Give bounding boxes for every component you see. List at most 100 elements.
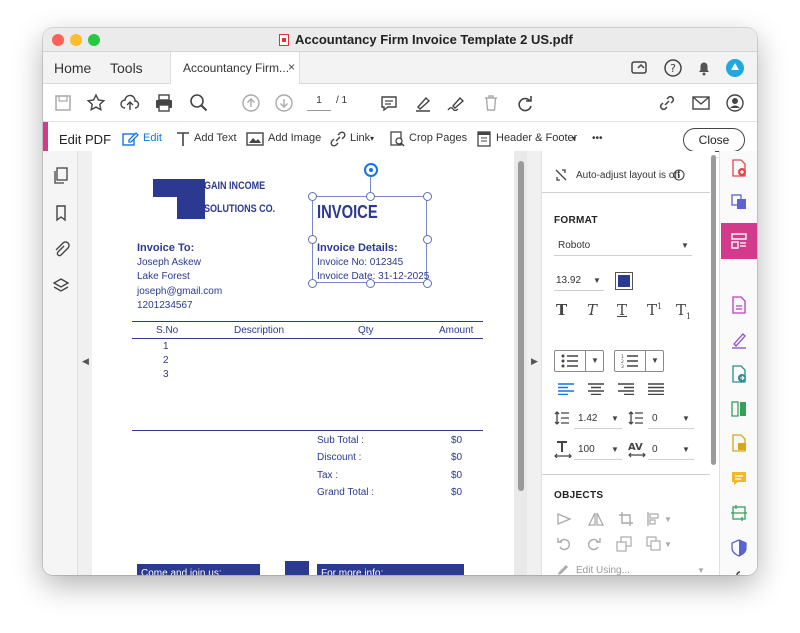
add-image-icon[interactable] xyxy=(246,130,264,148)
page-number-input[interactable]: 1 xyxy=(307,91,331,111)
panel-scrollbar[interactable] xyxy=(711,155,716,465)
font-size-caret-icon[interactable]: ▼ xyxy=(593,276,601,285)
align-objects-caret-icon[interactable]: ▼ xyxy=(664,515,672,524)
tab-tools[interactable]: Tools xyxy=(110,60,143,76)
minimize-window-button[interactable] xyxy=(70,34,82,46)
scan-ocr-icon[interactable] xyxy=(730,434,748,452)
tab-home[interactable]: Home xyxy=(54,60,91,76)
protect-shield-icon[interactable] xyxy=(730,539,748,557)
document-viewport[interactable]: GAIN INCOME SOLUTIONS CO. INVOICE Invoic… xyxy=(92,151,532,575)
paragraph-spacing-value[interactable]: 0 xyxy=(652,413,658,424)
send-for-signature-icon[interactable] xyxy=(730,365,748,383)
add-text-button[interactable]: Add Text xyxy=(194,132,237,144)
link-button[interactable]: Link xyxy=(350,132,370,144)
rotate-right-icon[interactable] xyxy=(586,536,602,552)
next-page-icon[interactable] xyxy=(273,92,295,114)
bookmark-star-icon[interactable] xyxy=(85,92,107,114)
left-panel-collapse-handle[interactable]: ◀ xyxy=(78,151,92,575)
email-icon[interactable] xyxy=(690,92,712,114)
tab-document[interactable]: Accountancy Firm... × xyxy=(170,52,300,84)
tab-close-icon[interactable]: × xyxy=(288,60,295,74)
horizontal-scale-value[interactable]: 100 xyxy=(578,444,595,455)
font-family-caret-icon[interactable]: ▼ xyxy=(681,241,689,250)
highlight-pen-icon[interactable] xyxy=(412,92,434,114)
resize-handle-top[interactable] xyxy=(366,192,375,201)
crop-image-icon[interactable] xyxy=(618,511,634,527)
edit-pdf-tool-active[interactable] xyxy=(721,223,757,259)
italic-text-icon[interactable]: T xyxy=(587,301,597,319)
export-pdf-icon[interactable] xyxy=(730,296,748,314)
sign-pen-icon[interactable] xyxy=(445,92,467,114)
save-icon[interactable] xyxy=(52,92,74,114)
invoice-title[interactable]: INVOICE xyxy=(317,202,378,223)
redo-rotate-icon[interactable] xyxy=(514,92,536,114)
resize-handle-bottom-left[interactable] xyxy=(308,279,317,288)
bell-icon[interactable] xyxy=(693,57,715,79)
delete-trash-icon[interactable] xyxy=(480,92,502,114)
upload-cloud-icon[interactable] xyxy=(119,92,141,114)
character-spacing-caret-icon[interactable]: ▼ xyxy=(682,445,690,454)
align-justify-icon[interactable] xyxy=(648,383,664,395)
align-left-icon[interactable] xyxy=(558,383,574,395)
fill-sign-icon[interactable] xyxy=(730,331,748,349)
align-right-icon[interactable] xyxy=(618,383,634,395)
add-user-icon[interactable] xyxy=(724,92,746,114)
create-pdf-icon[interactable] xyxy=(730,159,748,177)
print-icon[interactable] xyxy=(153,92,175,114)
layers-icon[interactable] xyxy=(52,277,70,295)
resize-handle-top-left[interactable] xyxy=(308,192,317,201)
organize-pages-icon[interactable] xyxy=(730,400,748,418)
link-caret-icon[interactable]: ▾ xyxy=(370,134,374,143)
rotate-handle-icon[interactable] xyxy=(364,163,378,177)
header-footer-caret-icon[interactable]: ▾ xyxy=(572,134,576,143)
document-scrollbar[interactable] xyxy=(518,161,524,491)
flip-vertical-icon[interactable] xyxy=(588,511,604,527)
bookmarks-icon[interactable] xyxy=(52,204,70,222)
underline-text-icon[interactable]: T xyxy=(617,301,627,319)
edit-icon[interactable] xyxy=(121,130,139,148)
customize-tools-icon[interactable] xyxy=(730,567,748,575)
font-family-select[interactable]: Roboto xyxy=(558,240,590,251)
info-icon[interactable] xyxy=(673,169,685,181)
font-size-select[interactable]: 13.92 xyxy=(556,275,581,286)
zoom-search-icon[interactable] xyxy=(188,92,210,114)
compress-pdf-icon[interactable] xyxy=(730,504,748,522)
replace-image-icon[interactable] xyxy=(616,536,632,552)
edit-using-caret-icon[interactable]: ▼ xyxy=(697,566,705,575)
bullet-list-caret-icon[interactable]: ▼ xyxy=(591,356,599,365)
header-footer-icon[interactable] xyxy=(475,130,493,148)
edit-button[interactable]: Edit xyxy=(143,132,162,144)
numbered-list-button[interactable]: 123 ▼ xyxy=(614,350,664,372)
align-center-icon[interactable] xyxy=(588,383,604,395)
horizontal-scale-caret-icon[interactable]: ▼ xyxy=(611,445,619,454)
edit-using-select[interactable]: Edit Using... xyxy=(576,565,630,575)
combine-files-icon[interactable] xyxy=(730,193,748,211)
crop-pages-icon[interactable] xyxy=(388,130,406,148)
align-objects-icon[interactable] xyxy=(646,511,662,527)
share-screen-icon[interactable] xyxy=(629,57,651,79)
share-link-icon[interactable] xyxy=(656,92,678,114)
resize-handle-right[interactable] xyxy=(423,235,432,244)
subscript-icon[interactable]: T1 xyxy=(676,301,691,321)
resize-handle-top-right[interactable] xyxy=(423,192,432,201)
help-icon[interactable]: ? xyxy=(662,57,684,79)
flip-horizontal-icon[interactable] xyxy=(556,511,572,527)
resize-handle-left[interactable] xyxy=(308,235,317,244)
comment-icon[interactable] xyxy=(378,92,400,114)
arrange-objects-caret-icon[interactable]: ▼ xyxy=(664,540,672,549)
numbered-list-caret-icon[interactable]: ▼ xyxy=(651,356,659,365)
bold-text-icon[interactable]: T xyxy=(556,301,567,319)
comment-tool-icon[interactable] xyxy=(730,469,748,487)
link-icon[interactable] xyxy=(329,130,347,148)
close-window-button[interactable] xyxy=(52,34,64,46)
account-avatar-icon[interactable] xyxy=(724,57,746,79)
bullet-list-button[interactable]: ▼ xyxy=(554,350,604,372)
arrange-objects-icon[interactable] xyxy=(646,536,662,552)
header-footer-button[interactable]: Header & Footer xyxy=(496,132,577,144)
add-text-icon[interactable] xyxy=(174,130,192,148)
font-color-swatch[interactable] xyxy=(615,272,633,290)
previous-page-icon[interactable] xyxy=(240,92,262,114)
line-spacing-value[interactable]: 1.42 xyxy=(578,413,597,424)
zoom-window-button[interactable] xyxy=(88,34,100,46)
line-spacing-caret-icon[interactable]: ▼ xyxy=(611,414,619,423)
